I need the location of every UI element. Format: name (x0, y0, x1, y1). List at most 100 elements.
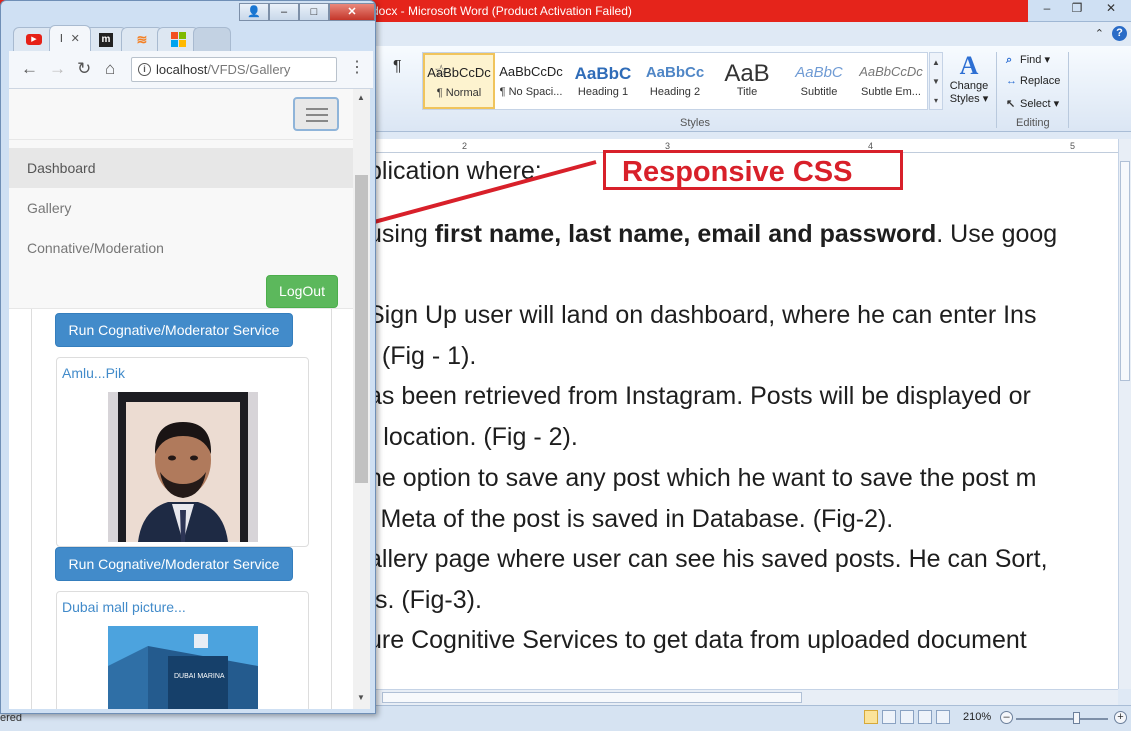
maximize-button[interactable]: □ (299, 3, 329, 21)
run-service-button[interactable]: Run Cognative/Moderator Service (55, 313, 293, 347)
browser-window: 👤 – □ ✕ ▶ l ✕ m ≋ ← → ↻ ⌂ i localhost/VFD… (0, 0, 448, 714)
style-label: Title (736, 86, 758, 98)
scroll-down-icon[interactable]: ▼ (357, 693, 365, 702)
annotation-callout: Responsive CSS (603, 150, 903, 190)
doc-line: r location. (Fig - 2). (368, 423, 578, 451)
card-photo[interactable] (108, 392, 258, 542)
styles-scroll[interactable]: ▲ ▼ ▾ (929, 52, 943, 110)
draft-icon[interactable] (936, 710, 950, 724)
zoom-out-icon[interactable]: – (1000, 711, 1013, 724)
url-host: localhost (156, 62, 208, 77)
style-subtitle[interactable]: AaBbC Subtitle (783, 53, 855, 109)
gallery-card: Dubai mall picture... DUBAI MARINA EMAAR (56, 591, 309, 709)
card-title-link[interactable]: Dubai mall picture... (62, 599, 186, 615)
column-border (331, 309, 332, 709)
doc-line: ts. (Fig-3). (368, 586, 482, 614)
change-styles-button[interactable]: A Change Styles ▾ (946, 52, 992, 114)
svg-text:DUBAI MARINA: DUBAI MARINA (174, 673, 225, 680)
horizontal-scrollbar[interactable] (370, 689, 1118, 705)
binoculars-icon: ⌕ (1006, 54, 1013, 66)
full-screen-reading-icon[interactable] (882, 710, 896, 724)
kebab-menu-icon[interactable]: ⋮ (349, 60, 365, 76)
card-photo[interactable]: DUBAI MARINA EMAAR (108, 626, 258, 709)
find-button[interactable]: ⌕ Find ▾ (1006, 53, 1050, 67)
user-icon[interactable]: 👤 (239, 3, 269, 21)
style-label: ¶ No Spaci... (499, 86, 563, 98)
style-preview: AaBbCcDc (499, 64, 563, 79)
scroll-thumb[interactable] (382, 692, 802, 703)
style-label: Subtle Em... (861, 86, 921, 98)
doc-line: using first name, last name, email and p… (368, 220, 1057, 249)
doc-line: he option to save any post which he want… (368, 464, 1037, 492)
replace-button[interactable]: ↔ Replace (1006, 75, 1060, 87)
navbar-toggle-button[interactable] (293, 97, 339, 131)
browser-window-controls: 👤 – □ ✕ (239, 3, 375, 21)
outline-icon[interactable] (918, 710, 932, 724)
style-heading-1[interactable]: AaBbC Heading 1 (567, 53, 639, 109)
nav-dashboard[interactable]: Dashboard (9, 148, 353, 188)
minimize-ribbon-icon[interactable]: ⌃ (1095, 27, 1104, 40)
style-label: Subtitle (800, 86, 838, 98)
show-formatting-icon[interactable]: ¶ (393, 58, 402, 76)
style-no-spacing[interactable]: AaBbCcDc ¶ No Spaci... (495, 53, 567, 109)
vertical-scrollbar[interactable] (1118, 139, 1131, 689)
logout-button[interactable]: LogOut (266, 275, 338, 308)
home-icon[interactable]: ⌂ (105, 60, 115, 78)
style-heading-2[interactable]: AaBbCc Heading 2 (639, 53, 711, 109)
style-title[interactable]: AaB Title (711, 53, 783, 109)
hamburger-bar (306, 120, 328, 122)
browser-toolbar: ← → ↻ ⌂ i localhost/VFDS/Gallery ☆ ⋮ (9, 51, 448, 89)
style-preview: AaB (724, 64, 770, 86)
style-preview: AaBbCc (645, 64, 705, 81)
zoom-level[interactable]: 210% (963, 711, 991, 723)
quick-styles-gallery: AaBbCcDc ¶ Normal AaBbCcDc ¶ No Spaci...… (422, 52, 928, 110)
zoom-slider[interactable] (1016, 718, 1108, 720)
tab-active[interactable]: l ✕ (49, 25, 91, 51)
change-styles-label-1: Change (949, 80, 989, 92)
style-preview: AaBbC (574, 64, 632, 83)
style-label: Heading 1 (577, 86, 629, 98)
doc-line: l Meta of the post is saved in Database.… (368, 505, 894, 533)
ruler-number: 2 (462, 141, 468, 151)
style-label: ¶ Normal (436, 87, 482, 99)
medium-icon: m (99, 32, 113, 47)
reload-icon[interactable]: ↻ (77, 60, 91, 78)
group-label-styles: Styles (680, 117, 710, 129)
help-icon[interactable]: ? (1112, 26, 1127, 41)
scroll-thumb[interactable] (1120, 161, 1130, 381)
nav-gallery[interactable]: Gallery (9, 188, 353, 228)
minimize-button[interactable]: – (269, 3, 299, 21)
print-layout-icon[interactable] (864, 710, 878, 724)
nav-moderation[interactable]: Connative/Moderation (9, 228, 353, 268)
restore-button[interactable]: ❐ (1062, 0, 1092, 18)
address-bar[interactable]: i localhost/VFDS/Gallery ☆ (131, 57, 448, 82)
forward-icon[interactable]: → (49, 60, 66, 78)
style-preview: AaBbCcDc (859, 64, 923, 79)
zoom-in-icon[interactable]: + (1114, 711, 1127, 724)
info-icon[interactable]: i (138, 63, 151, 76)
card-title-link[interactable]: Amlu...Pik (62, 365, 125, 381)
zoom-slider-thumb[interactable] (1073, 712, 1080, 724)
replace-icon: ↔ (1006, 75, 1017, 87)
new-tab-button[interactable] (193, 27, 231, 51)
back-icon[interactable]: ← (21, 60, 38, 78)
column-border (31, 309, 32, 709)
scroll-up-icon[interactable]: ▲ (357, 93, 365, 102)
minimize-button[interactable]: – (1032, 0, 1062, 18)
style-subtle-emphasis[interactable]: AaBbCcDc Subtle Em... (855, 53, 927, 109)
doc-line: plication where: (368, 157, 542, 185)
page-scrollbar[interactable]: ▲ ▼ (353, 89, 370, 709)
scroll-thumb[interactable] (355, 175, 368, 483)
web-layout-icon[interactable] (900, 710, 914, 724)
close-button[interactable]: ✕ (329, 3, 375, 21)
close-button[interactable]: ✕ (1094, 0, 1128, 18)
tab-close-icon[interactable]: ✕ (71, 32, 80, 45)
select-button[interactable]: ↖ Select ▾ (1006, 97, 1059, 110)
replace-label: Replace (1020, 75, 1061, 87)
doc-text: . Use goog (936, 220, 1058, 248)
run-service-button[interactable]: Run Cognative/Moderator Service (55, 547, 293, 581)
doc-line: allery page where user can see his saved… (368, 545, 1048, 573)
bookmark-star-icon[interactable]: ☆ (434, 61, 448, 81)
hamburger-bar (306, 114, 328, 116)
doc-line: Sign Up user will land on dashboard, whe… (368, 301, 1037, 329)
